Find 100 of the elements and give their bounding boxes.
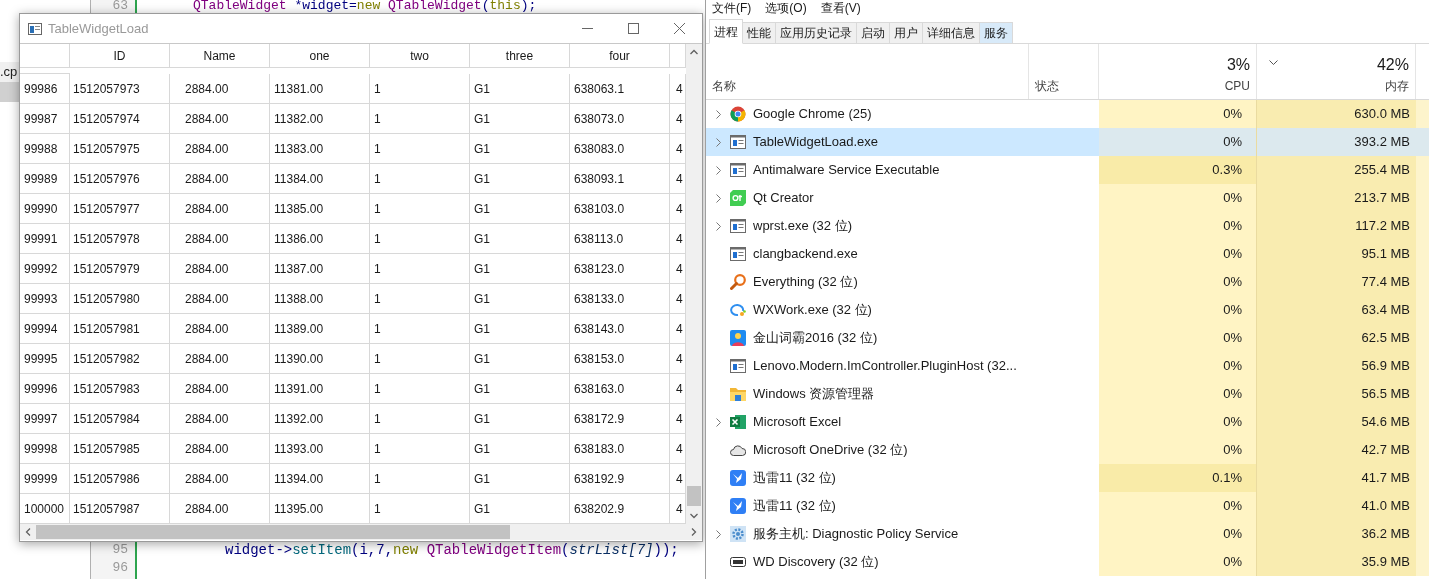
tab[interactable]: 启动	[857, 22, 890, 44]
table-cell: 638093.1	[570, 164, 670, 194]
row-header[interactable]: 99993	[20, 284, 70, 314]
chevron-icon[interactable]	[715, 193, 721, 203]
process-name: clangbackend.exe	[753, 245, 858, 264]
table-cell: 11384.00	[270, 164, 370, 194]
file-tab[interactable]: .cp	[0, 62, 22, 82]
vertical-scrollbar[interactable]	[686, 44, 702, 524]
window-title: TableWidgetLoad	[48, 19, 150, 38]
chevron-icon[interactable]	[715, 165, 721, 175]
tab[interactable]: 进程	[709, 19, 743, 44]
cpu-cell: 0%	[1099, 296, 1257, 324]
memory-total: 42%	[1376, 55, 1409, 75]
table-cell: 2884.00	[170, 134, 270, 164]
tab[interactable]: 应用历史记录	[776, 22, 857, 44]
table-cell: 638083.0	[570, 134, 670, 164]
cpu-cell: 0%	[1099, 492, 1257, 520]
line-number: 63	[111, 0, 128, 12]
process-name: Microsoft OneDrive (32 位)	[753, 441, 908, 460]
memory-cell: 255.4 MB	[1257, 156, 1416, 184]
tab[interactable]: 性能	[743, 22, 776, 44]
table-cell	[1416, 548, 1429, 576]
process-name: Windows 资源管理器	[753, 385, 875, 404]
table-cell: 2884.00	[170, 434, 270, 464]
column-header[interactable]: four	[570, 44, 670, 68]
table-cell	[1416, 156, 1429, 184]
column-header[interactable]: three	[470, 44, 570, 68]
menu-item[interactable]: 文件(F)	[712, 1, 752, 15]
memory-cell: 56.9 MB	[1257, 352, 1416, 380]
tab[interactable]: 服务	[980, 22, 1013, 44]
row-header[interactable]: 99997	[20, 404, 70, 434]
folder-icon	[730, 387, 746, 401]
process-name: 服务主机: Diagnostic Policy Service	[753, 525, 959, 544]
row-header[interactable]: 99992	[20, 254, 70, 284]
tab[interactable]: 用户	[890, 22, 923, 44]
table-cell: 2884.00	[170, 464, 270, 494]
cpu-cell: 0%	[1099, 128, 1257, 156]
horizontal-scrollbar[interactable]	[20, 524, 702, 540]
chevron-icon[interactable]	[715, 221, 721, 231]
table-cell: 11392.00	[270, 404, 370, 434]
row-header[interactable]: 99988	[20, 134, 70, 164]
column-header[interactable]: one	[270, 44, 370, 68]
table-cell: 1512057984	[70, 404, 170, 434]
row-header[interactable]: 99996	[20, 374, 70, 404]
table-cell: G1	[470, 194, 570, 224]
table-cell: 1	[370, 254, 470, 284]
row-header[interactable]: 99989	[20, 164, 70, 194]
table-cell: 11390.00	[270, 344, 370, 374]
chevron-icon[interactable]	[715, 109, 721, 119]
row-header[interactable]: 99998	[20, 434, 70, 464]
column-header[interactable]: 名称	[712, 77, 736, 95]
column-header[interactable]: Name	[170, 44, 270, 68]
table-cell: G1	[470, 134, 570, 164]
chevron-icon[interactable]	[715, 417, 721, 427]
chevron-icon[interactable]	[715, 529, 721, 539]
table-cell: 1	[370, 374, 470, 404]
table-cell: 1512057973	[70, 74, 170, 104]
table-cell: G1	[470, 314, 570, 344]
process-name: 金山词霸2016 (32 位)	[753, 329, 878, 348]
row-header[interactable]: 99995	[20, 344, 70, 374]
column-header[interactable]: 内存	[1385, 77, 1409, 95]
table-cell: 2884.00	[170, 404, 270, 434]
row-header[interactable]: 99999	[20, 464, 70, 494]
scrollbar-thumb[interactable]	[687, 486, 701, 506]
table-cell: G1	[470, 344, 570, 374]
column-header[interactable]: ID	[70, 44, 170, 68]
chevron-icon[interactable]	[715, 137, 721, 147]
table-cell: 1512057982	[70, 344, 170, 374]
row-header[interactable]: 99986	[20, 74, 70, 104]
scrollbar-thumb[interactable]	[36, 525, 510, 539]
table-cell: 2884.00	[170, 194, 270, 224]
process-row[interactable]: TableWidgetLoad.exe	[706, 128, 1099, 156]
cpu-cell: 0.1%	[1099, 464, 1257, 492]
bird-icon	[730, 498, 746, 514]
row-header[interactable]: 99991	[20, 224, 70, 254]
table-cell: 638123.0	[570, 254, 670, 284]
menu-item[interactable]: 选项(O)	[765, 1, 807, 15]
cloud-icon	[730, 444, 746, 456]
menu-item[interactable]: 查看(V)	[820, 1, 861, 15]
window-icon	[730, 247, 746, 261]
row-header[interactable]: 99994	[20, 314, 70, 344]
window-icon	[730, 135, 746, 149]
window-icon	[730, 359, 746, 373]
table-cell: 1	[370, 404, 470, 434]
table-cell: 638133.0	[570, 284, 670, 314]
column-header[interactable]: two	[370, 44, 470, 68]
table-cell: 11385.00	[270, 194, 370, 224]
row-header[interactable]: 99987	[20, 104, 70, 134]
row-header[interactable]: 99990	[20, 194, 70, 224]
process-name: Google Chrome (25)	[753, 105, 872, 124]
table-cell: 1	[370, 464, 470, 494]
cpu-cell: 0%	[1099, 548, 1257, 576]
column-header[interactable]: CPU	[1224, 77, 1250, 95]
tab[interactable]: 详细信息	[923, 22, 980, 44]
memory-cell: 35.9 MB	[1257, 548, 1416, 576]
column-header[interactable]: 状态	[1035, 77, 1059, 95]
table-cell: 638113.0	[570, 224, 670, 254]
table-cell: 1512057979	[70, 254, 170, 284]
table-cell: 2884.00	[170, 284, 270, 314]
chat-icon	[730, 302, 746, 318]
